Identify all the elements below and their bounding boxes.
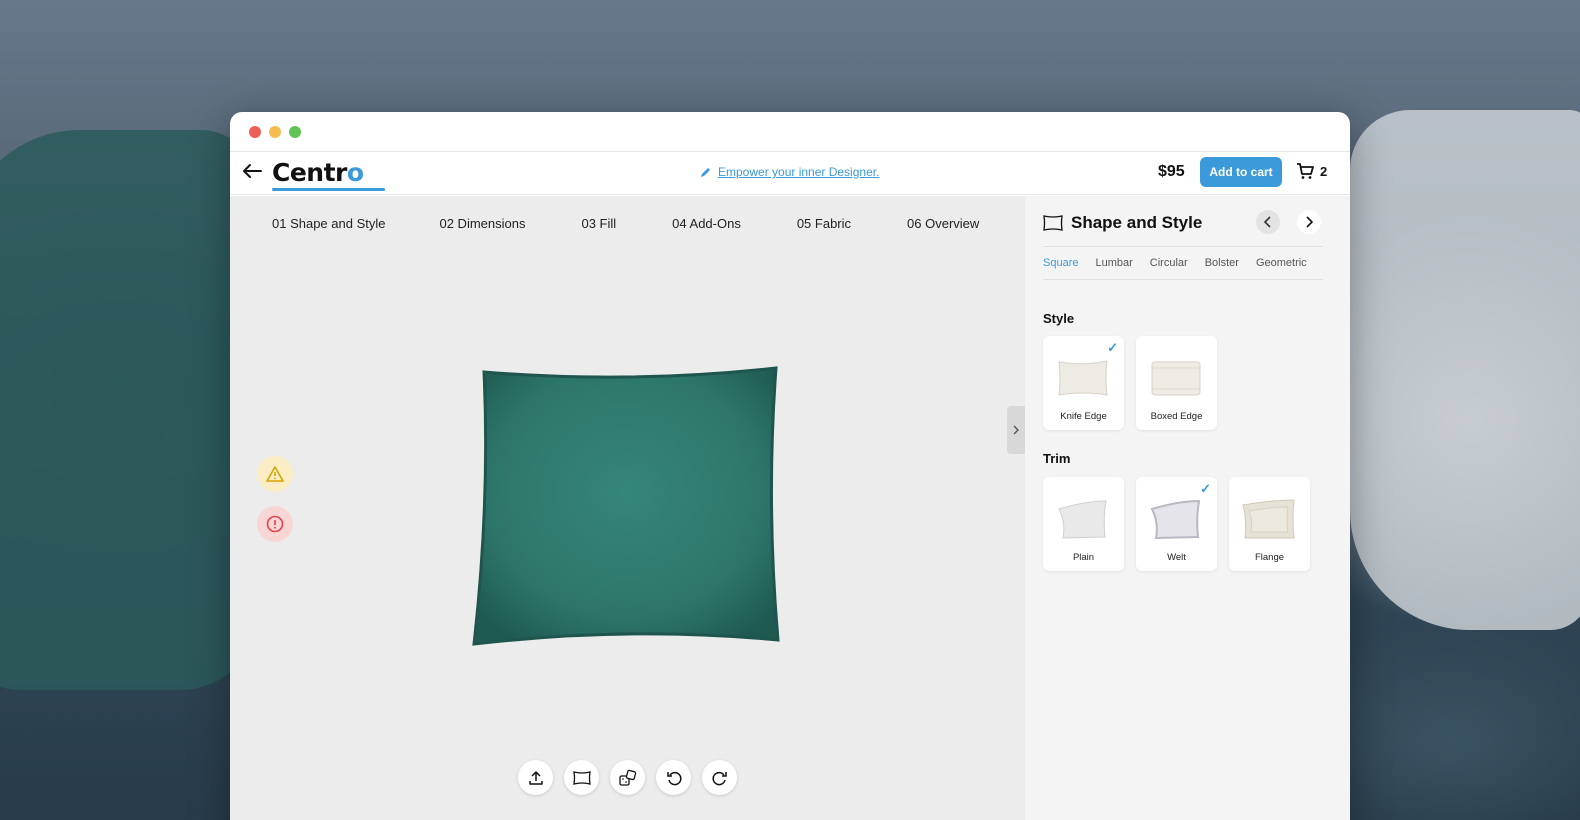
tab-square[interactable]: Square [1043,257,1095,269]
style-option-boxed-edge[interactable]: Boxed Edge [1136,336,1217,430]
trim-option-label: Flange [1254,552,1285,563]
welt-trim-thumbnail [1150,499,1201,539]
window-close-button[interactable] [249,125,261,138]
upload-button[interactable] [518,760,553,795]
trim-option-label: Welt [1167,552,1186,563]
tagline-link[interactable]: Empower your inner Designer. [718,165,879,179]
trim-option-label: Plain [1072,552,1095,563]
dice-icon [618,769,636,786]
logo[interactable]: Centro [272,158,364,187]
step-overview[interactable]: 06 Overview [907,216,979,231]
collapse-panel-button[interactable] [1007,406,1025,454]
price: $95 [1158,163,1185,180]
trim-option-plain[interactable]: Plain [1043,477,1124,571]
undo-button[interactable] [656,760,691,795]
canvas-toolbar [518,760,737,795]
preview-canvas: 01 Shape and Style 02 Dimensions 03 Fill… [230,188,1025,820]
chevron-left-icon [1264,216,1271,228]
trim-heading: Trim [1043,451,1071,466]
trim-option-flange[interactable]: Flange [1229,477,1310,571]
style-heading: Style [1043,311,1075,326]
checkmark-icon: ✓ [1200,481,1211,496]
background-pillow-left [0,130,260,690]
randomize-button[interactable] [610,760,645,795]
style-option-knife-edge[interactable]: ✓ Knife Edge [1043,336,1124,430]
shape-tabs: Square Lumbar Circular Bolster Geometric [1043,246,1323,280]
trim-option-welt[interactable]: ✓ Welt [1136,477,1217,571]
tagline[interactable]: Empower your inner Designer. [700,165,879,179]
panel-next-button[interactable] [1297,210,1321,234]
step-fill[interactable]: 03 Fill [581,216,616,231]
step-dimensions[interactable]: 02 Dimensions [439,216,525,231]
checkmark-icon: ✓ [1107,340,1118,355]
panel-prev-button[interactable] [1256,210,1280,234]
cart-count: 2 [1320,163,1328,179]
step-add-ons[interactable]: 04 Add-Ons [672,216,741,231]
undo-icon [666,771,682,785]
redo-icon [711,771,727,785]
knife-edge-thumbnail [1058,360,1108,396]
app-header: Centro Empower your inner Designer. $95 … [230,152,1350,195]
arrow-left-icon[interactable] [241,160,267,187]
tab-circular[interactable]: Circular [1150,257,1205,269]
step-shape-style[interactable]: 01 Shape and Style [272,188,386,231]
cart-button[interactable]: 2 [1296,162,1327,180]
step-fabric[interactable]: 05 Fabric [797,216,851,231]
pillow-shape-icon [1043,215,1063,231]
style-option-label: Knife Edge [1060,411,1107,422]
panel-header: Shape and Style [1043,213,1202,233]
panel-title: Shape and Style [1071,213,1203,232]
upload-icon [528,770,543,785]
chevron-right-icon [1013,425,1019,435]
step-nav: 01 Shape and Style 02 Dimensions 03 Fill… [272,188,979,231]
chevron-right-icon [1306,216,1313,228]
style-option-label: Boxed Edge [1150,411,1203,422]
tab-lumbar[interactable]: Lumbar [1095,257,1149,269]
flange-trim-thumbnail [1242,499,1295,539]
window-titlebar [230,112,1350,152]
pencil-icon [701,168,710,177]
cart-icon [1297,163,1314,179]
pillow-preview [472,366,780,646]
warning-button[interactable] [257,456,293,492]
warning-icon [266,466,284,482]
app-window: Centro Empower your inner Designer. $95 … [230,112,1350,820]
plain-trim-thumbnail [1058,500,1107,539]
shape-view-button[interactable] [564,760,599,795]
boxed-edge-thumbnail [1151,361,1201,396]
add-to-cart-button[interactable]: Add to cart [1200,157,1282,187]
tab-geometric[interactable]: Geometric [1256,257,1307,269]
background-blanket-right [1350,110,1580,630]
error-button[interactable] [257,506,293,542]
error-icon [266,515,284,533]
options-panel: Shape and Style Square Lumbar Circular B… [1025,196,1350,820]
window-minimize-button[interactable] [269,125,281,138]
pillow-outline-icon [572,770,591,785]
redo-button[interactable] [702,760,737,795]
window-zoom-button[interactable] [289,125,301,138]
tab-bolster[interactable]: Bolster [1205,257,1256,269]
